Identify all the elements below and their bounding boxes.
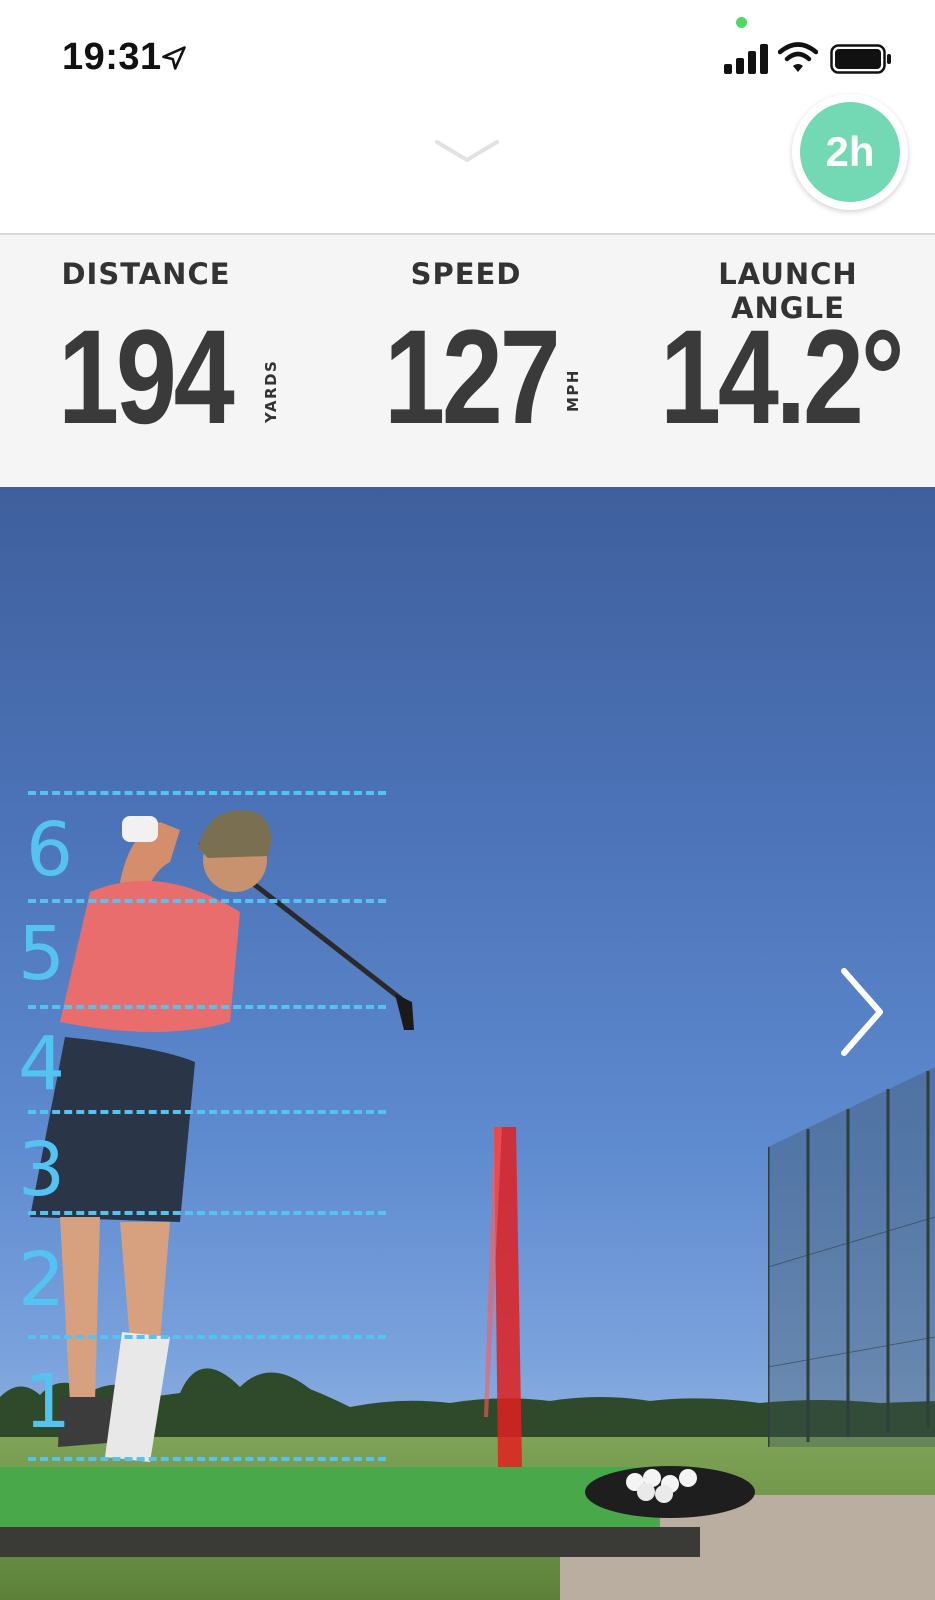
practice-net xyxy=(768,1067,935,1447)
camera-indicator-dot xyxy=(736,17,747,28)
zone-number-5: 5 xyxy=(18,911,66,997)
zone-number-6: 6 xyxy=(26,807,74,893)
distance-label: DISTANCE xyxy=(61,257,231,291)
zone-guide-line xyxy=(28,1110,386,1114)
distance-unit: YARDS xyxy=(262,359,280,423)
cellular-signal-icon xyxy=(724,44,768,74)
chevron-down-icon[interactable] xyxy=(434,136,500,166)
status-bar: 19:31 xyxy=(0,0,935,110)
swing-video[interactable]: 6 5 4 3 2 1 xyxy=(0,487,935,1600)
status-time: 19:31 xyxy=(62,36,162,78)
chevron-right-icon[interactable] xyxy=(838,967,886,1057)
zone-guide-line xyxy=(28,899,386,903)
zone-guide-line xyxy=(28,791,386,795)
timer-label: 2h xyxy=(800,102,900,202)
speed-unit: MPH xyxy=(564,369,582,412)
zone-guide-line xyxy=(28,1005,386,1009)
zone-guide-line xyxy=(28,1211,386,1215)
zone-guide-line xyxy=(28,1457,386,1461)
speed-label: SPEED xyxy=(410,257,522,291)
speed-value: 127 xyxy=(384,303,561,452)
location-arrow-icon xyxy=(162,46,186,70)
launch-angle-value: 14.2° xyxy=(660,303,905,452)
zone-number-3: 3 xyxy=(18,1127,66,1213)
stats-panel: DISTANCE 194 YARDS SPEED 127 MPH LAUNCH … xyxy=(0,233,935,489)
wifi-icon xyxy=(778,42,818,72)
golfer xyxy=(30,810,414,1462)
distance-value: 194 xyxy=(58,303,235,452)
ball-tracer xyxy=(484,1127,522,1467)
ball-tray xyxy=(585,1466,755,1518)
zone-number-2: 2 xyxy=(18,1237,66,1323)
zone-number-4: 4 xyxy=(18,1021,66,1107)
zone-guide-line xyxy=(28,1335,386,1339)
battery-icon xyxy=(830,44,891,74)
zone-number-1: 1 xyxy=(24,1359,72,1445)
timer-badge[interactable]: 2h xyxy=(792,94,908,210)
